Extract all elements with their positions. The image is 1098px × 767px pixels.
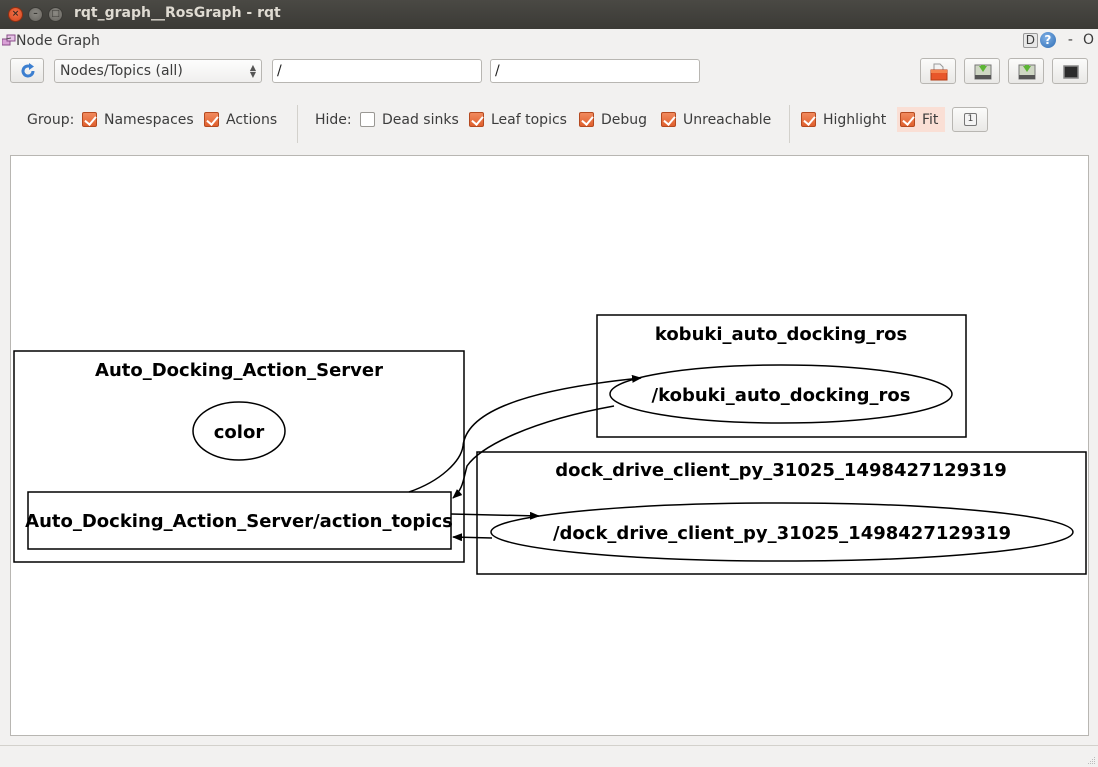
dock-float-button[interactable]: O	[1083, 32, 1094, 48]
graph-type-value: Nodes/Topics (all)	[60, 63, 183, 79]
graph-type-select[interactable]: Nodes/Topics (all) ▲ ▼	[54, 59, 262, 83]
unreachable-checkbox[interactable]	[661, 112, 676, 127]
close-icon: ×	[11, 9, 20, 19]
folder-open-icon	[930, 63, 948, 81]
window-close-button[interactable]: ×	[8, 7, 23, 22]
resize-grip-icon[interactable]	[1086, 755, 1096, 765]
spin-arrows-icon: ▲ ▼	[249, 63, 256, 79]
highlight-label[interactable]: Highlight	[823, 112, 886, 128]
help-icon[interactable]: ?	[1039, 32, 1056, 48]
unreachable-label[interactable]: Unreachable	[683, 112, 771, 128]
separator	[789, 105, 790, 143]
dead-sinks-checkbox[interactable]	[360, 112, 375, 127]
dead-sinks-label[interactable]: Dead sinks	[382, 112, 459, 128]
window-title: rqt_graph__RosGraph - rqt	[74, 5, 281, 21]
debug-checkbox[interactable]	[579, 112, 594, 127]
group-label: Group:	[27, 112, 75, 128]
actions-checkbox[interactable]	[204, 112, 219, 127]
refresh-button[interactable]	[10, 58, 44, 83]
node-graph-icon	[2, 34, 16, 46]
leaf-topics-label[interactable]: Leaf topics	[491, 112, 567, 128]
node-label: /dock_drive_client_py_31025_149842712931…	[553, 523, 1011, 544]
highlight-checkbox[interactable]	[801, 112, 816, 127]
fit-in-view-button[interactable]: 1	[952, 107, 988, 132]
maximize-icon: □	[51, 9, 60, 19]
status-bar	[0, 745, 1098, 767]
save-svg-button[interactable]	[1008, 58, 1044, 84]
graph-canvas[interactable]: Auto_Docking_Action_Server kobuki_auto_d…	[10, 155, 1089, 736]
leaf-topics-checkbox[interactable]	[469, 112, 484, 127]
namespaces-checkbox[interactable]	[82, 112, 97, 127]
minimize-icon: –	[33, 9, 38, 19]
cluster-label: dock_drive_client_py_31025_1498427129319	[555, 460, 1006, 481]
graph-node-color[interactable]: color	[192, 401, 286, 461]
window-minimize-button[interactable]: –	[28, 7, 43, 22]
dock-controls: D ? - O	[1022, 32, 1094, 48]
namespaces-label[interactable]: Namespaces	[104, 112, 194, 128]
save-icon	[1018, 64, 1036, 80]
save-icon	[974, 64, 992, 80]
window-maximize-button[interactable]: □	[48, 7, 63, 22]
graph-node-kobuki-auto-docking-ros[interactable]: /kobuki_auto_docking_ros	[609, 364, 953, 424]
topic-filter-input[interactable]	[490, 59, 700, 83]
node-label: /kobuki_auto_docking_ros	[652, 385, 911, 406]
node-label: color	[214, 422, 265, 443]
debug-label[interactable]: Debug	[601, 112, 647, 128]
fit-label[interactable]: Fit	[922, 112, 938, 128]
graph-node-dock-drive-client[interactable]: /dock_drive_client_py_31025_149842712931…	[490, 502, 1074, 562]
graph-node-action-topics[interactable]: Auto_Docking_Action_Server/action_topics	[25, 491, 453, 550]
window-titlebar: × – □ rqt_graph__RosGraph - rqt	[0, 0, 1098, 29]
cluster-label: kobuki_auto_docking_ros	[655, 324, 907, 345]
screen-icon	[1063, 65, 1079, 79]
node-label: Auto_Docking_Action_Server/action_topics	[25, 511, 453, 532]
refresh-icon	[21, 63, 35, 78]
filter-options-bar: Group: Namespaces Actions Hide: Dead sin…	[0, 105, 1098, 143]
cluster-label: Auto_Docking_Action_Server	[95, 360, 383, 381]
save-image-button[interactable]	[1052, 58, 1088, 84]
fit-checkbox[interactable]	[900, 112, 915, 127]
graph-toolbar: Nodes/Topics (all) ▲ ▼	[0, 58, 1098, 86]
dock-minimize-button[interactable]: -	[1068, 32, 1073, 48]
hide-label: Hide:	[315, 112, 352, 128]
graph-edge-dock-client-to-action-topics[interactable]	[452, 533, 493, 542]
cluster-kobuki-auto-docking-ros[interactable]: kobuki_auto_docking_ros	[596, 314, 967, 438]
namespace-filter-input[interactable]	[272, 59, 482, 83]
fit-view-icon: 1	[964, 113, 977, 126]
save-dot-button[interactable]	[964, 58, 1000, 84]
actions-label[interactable]: Actions	[226, 112, 277, 128]
plugin-dock-bar: Node Graph D ? - O	[0, 30, 1098, 52]
separator	[297, 105, 298, 143]
load-dot-button[interactable]	[920, 58, 956, 84]
plugin-title: Node Graph	[16, 33, 100, 49]
dock-d-button[interactable]: D	[1022, 32, 1038, 48]
graph-svg: Auto_Docking_Action_Server kobuki_auto_d…	[13, 314, 1087, 575]
